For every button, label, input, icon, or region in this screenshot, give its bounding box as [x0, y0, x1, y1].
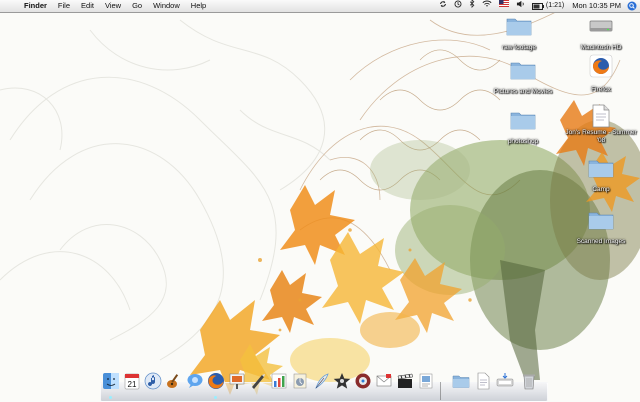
folder-icon — [506, 18, 532, 36]
script-editor-icon — [293, 373, 307, 389]
charts-icon — [271, 373, 287, 389]
folder-icon — [588, 160, 614, 178]
dock: 21 — [100, 368, 548, 402]
document-icon — [477, 372, 490, 390]
menu-bar: Finder File Edit View Go Window Help (1:… — [0, 0, 640, 13]
menu-view[interactable]: View — [105, 0, 121, 12]
time-machine-icon[interactable] — [454, 0, 462, 13]
volume-icon[interactable] — [516, 0, 525, 13]
hard-drive-icon — [589, 20, 613, 32]
document-icon — [592, 104, 610, 128]
mail-icon — [376, 374, 392, 387]
desktop-icon-label: Camp — [592, 186, 610, 193]
menu-file[interactable]: File — [58, 0, 70, 12]
dock-charts[interactable] — [270, 372, 288, 390]
desktop-icon-firefox[interactable]: Firefox — [564, 54, 638, 96]
calendar-day: 21 — [128, 380, 137, 389]
desktop-icon-label: Scanned Images — [576, 238, 626, 245]
ichat-icon — [187, 374, 203, 388]
trash-icon — [523, 374, 535, 390]
dock-downloads[interactable] — [496, 372, 514, 390]
desktop-icon-jons-resume[interactable]: Jon's Resume - Summer '08 — [564, 104, 638, 147]
quill-icon — [315, 373, 329, 389]
menubar-clock[interactable]: Mon 10:35 PM — [572, 0, 621, 12]
imovie-icon — [333, 373, 351, 389]
bluetooth-icon[interactable] — [469, 0, 475, 13]
wifi-icon[interactable] — [482, 0, 492, 13]
battery-time: (1:21) — [545, 2, 565, 9]
menu-window[interactable]: Window — [153, 0, 180, 12]
dock-garageband[interactable] — [165, 372, 183, 390]
desktop-icon-label: Jon's Resume - Summer '08 — [565, 129, 637, 144]
clapperboard-icon — [397, 373, 413, 388]
menu-help[interactable]: Help — [191, 0, 206, 12]
folder-icon — [510, 62, 536, 80]
preview-icon — [419, 373, 433, 389]
dock-mail[interactable] — [375, 372, 393, 390]
dock-folder[interactable] — [452, 372, 470, 390]
desktop-icon-macintosh-hd[interactable]: Macintosh HD — [564, 16, 638, 54]
dock-separator — [440, 382, 441, 400]
desktop-icon-label: Macintosh HD — [580, 44, 622, 51]
dock-automator[interactable] — [354, 372, 372, 390]
sync-icon[interactable] — [439, 0, 447, 13]
folder-icon — [452, 375, 470, 388]
desktop-icon-label: Pictures and Movies — [493, 88, 553, 95]
running-indicator — [214, 396, 217, 399]
ical-icon: 21 — [124, 373, 140, 390]
dock-script-editor[interactable] — [291, 372, 309, 390]
menu-go[interactable]: Go — [132, 0, 142, 12]
dock-firefox[interactable] — [207, 372, 225, 399]
desktop-icon-scanned-images[interactable]: Scanned Images — [564, 210, 638, 248]
dock-inkscape[interactable] — [249, 372, 267, 390]
menu-app-finder[interactable]: Finder — [24, 0, 47, 12]
finder-icon — [103, 373, 119, 389]
dock-quill[interactable] — [312, 372, 330, 390]
dock-keynote[interactable] — [228, 372, 246, 390]
itunes-icon — [144, 372, 162, 390]
desktop-icon-label: Firefox — [591, 86, 611, 93]
dock-finder[interactable] — [102, 372, 120, 399]
keynote-icon — [229, 373, 245, 389]
running-indicator — [109, 396, 112, 399]
dock-trash[interactable] — [520, 372, 538, 390]
dock-itunes[interactable] — [144, 372, 162, 390]
firefox-icon — [208, 373, 224, 389]
dock-preview[interactable] — [417, 372, 435, 390]
desktop-icon-label: raw footage — [502, 44, 536, 51]
desktop-icon-photoshop[interactable]: photoshop — [486, 110, 560, 148]
dock-ichat[interactable] — [186, 372, 204, 390]
battery-icon — [531, 2, 544, 10]
folder-icon — [588, 212, 614, 230]
dock-ical[interactable]: 21 — [123, 372, 141, 390]
desktop-icon-camp[interactable]: Camp — [564, 158, 638, 196]
desktop-icon-raw-footage[interactable]: raw footage — [482, 16, 556, 54]
garageband-icon — [167, 374, 179, 388]
firefox-icon — [589, 54, 613, 78]
desktop-icon-label: photoshop — [507, 138, 539, 145]
automator-icon — [355, 373, 371, 389]
menu-edit[interactable]: Edit — [81, 0, 94, 12]
dock-clapperboard[interactable] — [396, 372, 414, 390]
dock-document[interactable] — [474, 372, 492, 390]
dock-imovie[interactable] — [333, 372, 351, 390]
inkscape-icon — [252, 374, 265, 389]
battery-indicator[interactable]: (1:21) — [531, 0, 565, 12]
flag-icon[interactable] — [498, 0, 509, 12]
folder-icon — [510, 112, 536, 130]
desktop-icon-pictures-and-movies[interactable]: Pictures and Movies — [486, 60, 560, 98]
spotlight-search-icon[interactable] — [627, 1, 637, 11]
downloads-icon — [496, 373, 514, 387]
